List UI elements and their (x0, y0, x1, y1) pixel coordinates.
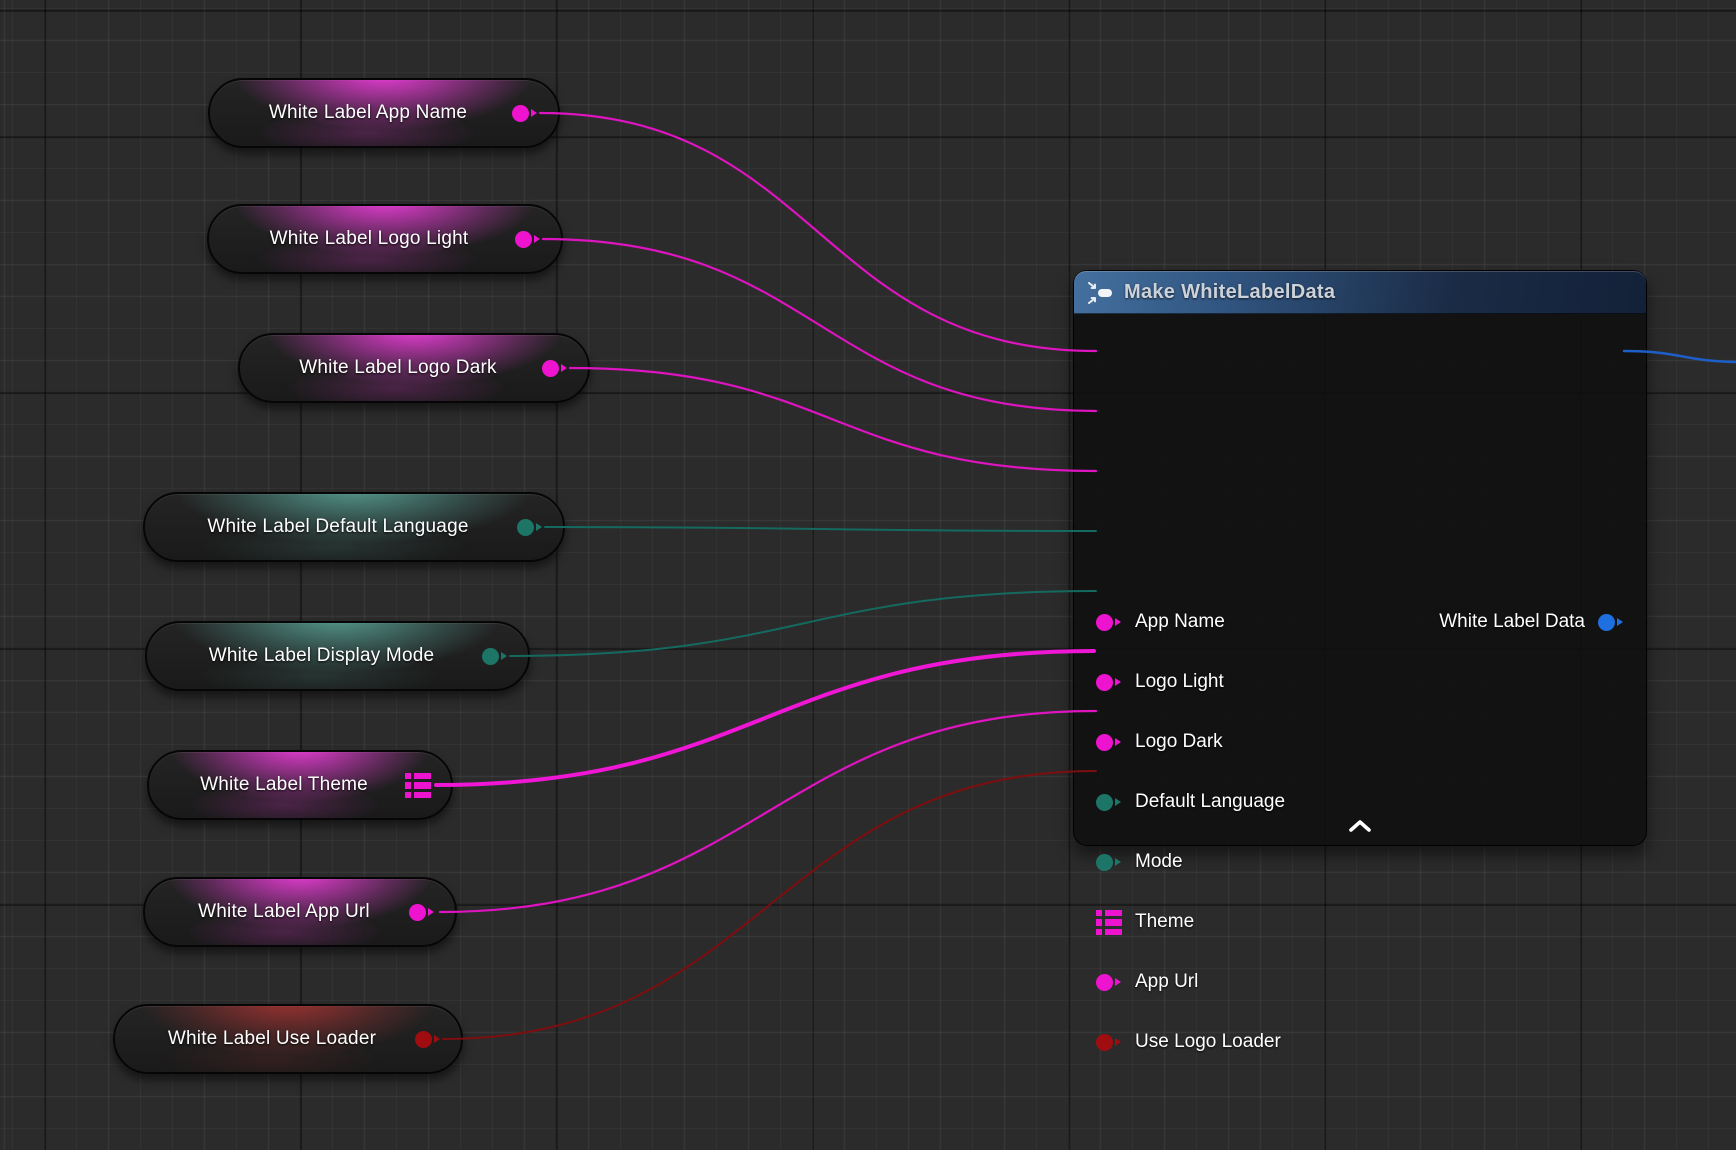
pin-circle-icon (1096, 614, 1113, 631)
wire-6[interactable] (440, 711, 1096, 912)
input-pin-text[interactable] (1096, 609, 1122, 635)
pin-circle-icon (1096, 734, 1113, 751)
getter-label: White Label Display Mode (209, 645, 435, 667)
input-pin-enum[interactable] (1096, 849, 1122, 875)
wire-2[interactable] (570, 368, 1096, 471)
pin-circle-icon (1096, 794, 1113, 811)
input-pin-text[interactable] (1096, 969, 1122, 995)
output-pin-bool[interactable] (415, 1026, 441, 1052)
output-pin-text[interactable] (512, 100, 538, 126)
make-struct-icon (1088, 282, 1114, 304)
output-pin-enum[interactable] (482, 643, 508, 669)
getter-node-white-label-app-url[interactable]: White Label App Url (143, 877, 457, 947)
pin-label: App Name (1135, 611, 1225, 633)
pin-row-theme: Theme (1074, 892, 1646, 952)
pin-circle-icon (1096, 1034, 1113, 1051)
pin-label: White Label Data (1439, 611, 1585, 633)
struct-pin-icon (405, 772, 431, 798)
pin-circle-icon (482, 648, 499, 665)
wire-4[interactable] (510, 591, 1096, 656)
input-pin-enum[interactable] (1096, 789, 1122, 815)
pin-label: Logo Dark (1135, 731, 1223, 753)
pin-circle-icon (515, 231, 532, 248)
pin-circle-icon (542, 360, 559, 377)
pin-circle-icon (1598, 614, 1615, 631)
getter-label: White Label Logo Dark (299, 357, 496, 379)
pin-circle-icon (1096, 674, 1113, 691)
output-pin-text[interactable] (409, 899, 435, 925)
pin-label: Use Logo Loader (1135, 1031, 1281, 1053)
wire-0[interactable] (540, 113, 1096, 351)
input-pin-bool[interactable] (1096, 1029, 1122, 1055)
pin-label: Logo Light (1135, 671, 1224, 693)
getter-label: White Label Logo Light (270, 228, 469, 250)
pin-row-use-logo-loader: Use Logo Loader (1074, 1012, 1646, 1072)
pin-row-white-label-data-output: White Label Data (1439, 592, 1646, 652)
chevron-up-icon (1348, 819, 1372, 833)
getter-node-white-label-theme[interactable]: White Label Theme (147, 750, 453, 820)
getter-node-white-label-logo-dark[interactable]: White Label Logo Dark (238, 333, 590, 403)
node-header[interactable]: Make WhiteLabelData (1074, 271, 1646, 314)
blueprint-graph-canvas[interactable]: White Label App Name White Label Logo Li… (0, 0, 1736, 1150)
pin-row-logo-light: Logo Light (1074, 652, 1646, 712)
struct-pin-icon (1096, 909, 1122, 935)
getter-label: White Label Theme (200, 774, 368, 796)
getter-label: White Label App Name (269, 102, 467, 124)
node-title: Make WhiteLabelData (1124, 281, 1335, 304)
pin-label: App Url (1135, 971, 1198, 993)
make-whitelabeldata-node[interactable]: Make WhiteLabelData App Name Logo Light … (1073, 270, 1647, 846)
pin-circle-icon (517, 519, 534, 536)
input-pin-struct[interactable] (1096, 909, 1122, 935)
pin-row-mode: Mode (1074, 832, 1646, 892)
getter-label: White Label Use Loader (168, 1028, 376, 1050)
output-pin-struct[interactable] (405, 772, 431, 798)
pin-label: Default Language (1135, 791, 1285, 813)
output-pin-text[interactable] (542, 355, 568, 381)
pin-label: Theme (1135, 911, 1194, 933)
pin-row-logo-dark: Logo Dark (1074, 712, 1646, 772)
getter-node-white-label-app-name[interactable]: White Label App Name (208, 78, 560, 148)
wire-1[interactable] (543, 239, 1096, 411)
getter-label: White Label App Url (198, 901, 370, 923)
pin-circle-icon (409, 904, 426, 921)
getter-node-white-label-display-mode[interactable]: White Label Display Mode (145, 621, 530, 691)
output-pin-enum[interactable] (517, 514, 543, 540)
input-pin-text[interactable] (1096, 669, 1122, 695)
input-pin-text[interactable] (1096, 729, 1122, 755)
pin-label: Mode (1135, 851, 1183, 873)
pin-circle-icon (1096, 974, 1113, 991)
pin-row-app-url: App Url (1074, 952, 1646, 1012)
pin-circle-icon (512, 105, 529, 122)
getter-node-white-label-default-language[interactable]: White Label Default Language (143, 492, 565, 562)
getter-node-white-label-logo-light[interactable]: White Label Logo Light (207, 204, 563, 274)
collapse-node-button[interactable] (1342, 813, 1378, 839)
pin-circle-icon (1096, 854, 1113, 871)
output-pin-struct[interactable] (1598, 609, 1624, 635)
wire-3[interactable] (545, 527, 1096, 531)
getter-label: White Label Default Language (207, 516, 468, 538)
getter-node-white-label-use-loader[interactable]: White Label Use Loader (113, 1004, 463, 1074)
pin-circle-icon (415, 1031, 432, 1048)
output-pin-text[interactable] (515, 226, 541, 252)
